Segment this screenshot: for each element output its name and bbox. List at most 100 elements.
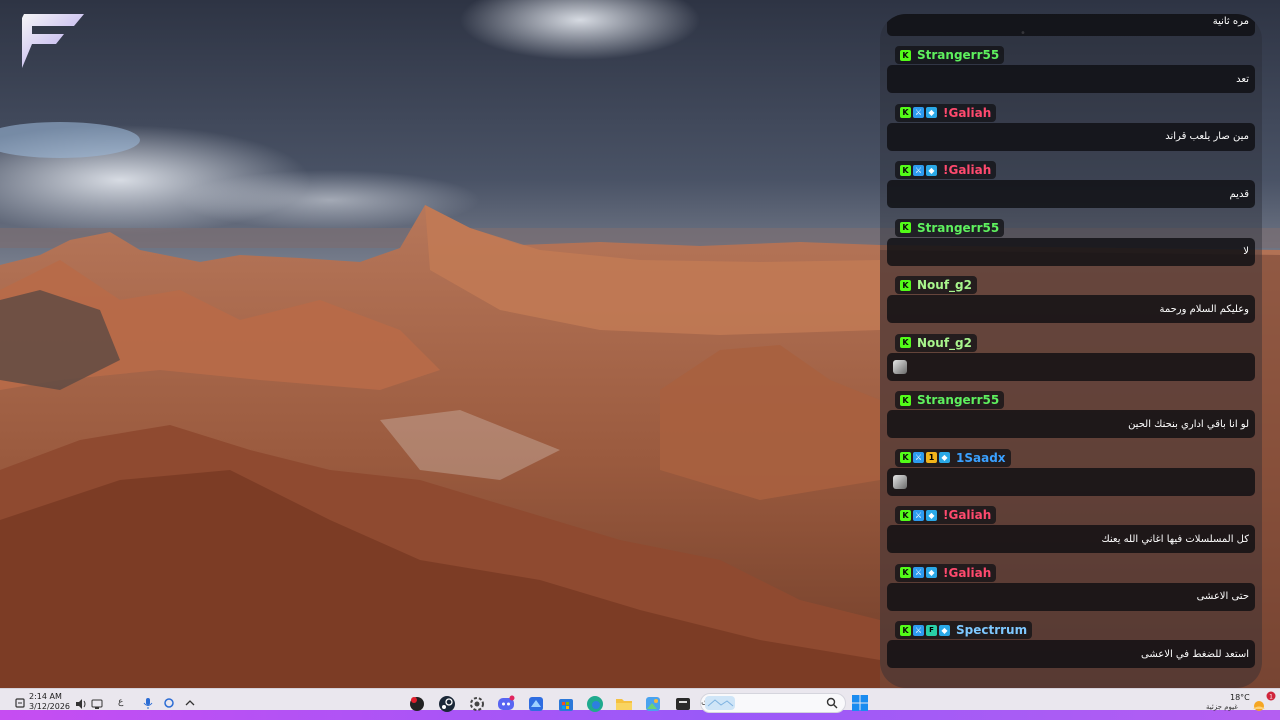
chat-message-header: K ⚔ ◆ !Galiah [895,506,997,524]
chat-username[interactable]: Strangerr55 [917,393,999,407]
chat-username[interactable]: !Galiah [943,163,991,177]
vip-badge-icon: ◆ [926,509,937,521]
search-highlight-image [705,696,735,710]
chevron-up-icon[interactable] [185,699,195,707]
weather-temperature[interactable]: 18°C [1230,693,1250,702]
chat-message-text: لا [1243,246,1249,257]
app-logo-icon [22,14,84,68]
vip-badge-icon: ◆ [926,164,937,176]
steam-icon[interactable] [438,695,456,713]
notification-badge-icon: 1 [1266,691,1276,701]
chat-username[interactable]: Strangerr55 [917,221,999,235]
chat-message-header: K Strangerr55 [895,218,1005,237]
chat-username[interactable]: !Galiah [943,508,991,522]
kick-badge-icon: K [900,337,911,348]
svg-text:1: 1 [1269,694,1273,701]
file-explorer-icon[interactable] [615,695,633,713]
chat-username[interactable]: Strangerr55 [917,48,999,62]
chat-username[interactable]: Nouf_g2 [917,278,972,292]
chat-message-body [887,467,1255,496]
chat-message: K ⚔ ◆ !Galiah حتى الاعشى [887,560,1255,611]
chat-message: K ⚔ ◆ !Galiah مين صار يلعب قراند [887,100,1255,151]
kick-badge-icon: K [900,279,911,291]
chat-message-body: مين صار يلعب قراند [887,122,1255,151]
sync-icon[interactable] [163,697,175,709]
chat-message-text: استعد للضغط في الاعشى [1141,648,1249,660]
clock-date[interactable]: 3/12/2026 [29,702,70,711]
emote-icon [893,474,907,489]
vip-badge-icon: ◆ [926,567,937,578]
app-icon-record[interactable] [408,695,426,713]
chat-message-body: كل المسلسلات فيها اغاني الله يعنك [887,525,1255,553]
moderator-badge-icon: ⚔ [913,452,924,463]
moderator-badge-icon: ⚔ [913,567,924,578]
input-language[interactable]: ع [118,697,123,707]
moderator-badge-icon: ⚔ [913,509,924,521]
store-icon[interactable] [557,695,575,713]
chat-username[interactable]: Spectrrum [956,623,1027,637]
chat-message-text: تعد [1236,73,1249,85]
chat-message: K Nouf_g2 وعليكم السلام ورحمة [887,273,1255,323]
taskbar-accent-bar [0,710,1280,720]
notifications-icon[interactable] [14,697,26,709]
chat-message-body [887,352,1255,381]
chat-username[interactable]: Nouf_g2 [917,336,972,350]
speaker-icon[interactable] [75,698,87,710]
chat-message-text: مره ثانية [1212,16,1249,27]
kick-badge-icon: K [900,394,911,406]
chat-message-list[interactable]: KNouf_g2عادي سويهاKNouf_g2مره ثانيةKStra… [880,14,1262,688]
chat-message: K ⚔ 1 ◆ 1Saadx [887,445,1255,496]
chat-message: K Strangerr55 لو انا باقي اداري بنحنك الحي… [887,388,1255,438]
chat-message-header: K ⚔ ◆ !Galiah [895,103,997,122]
microphone-icon[interactable] [143,697,153,710]
settings-icon[interactable] [468,695,486,713]
gift-badge-icon: 1 [926,452,937,463]
vip-badge-icon: ◆ [939,624,950,636]
app-icon-photos[interactable] [644,695,662,713]
chat-message-header: K ⚔ 1 ◆ 1Saadx [895,448,1011,467]
network-icon[interactable] [91,698,103,710]
chat-message-header: K ⚔ F ◆ Spectrrum [895,621,1033,639]
chat-message-text: وعليكم السلام ورحمة [1159,303,1249,315]
vip-badge-icon: ◆ [939,452,950,463]
windows-start-icon[interactable] [852,695,868,711]
chat-username[interactable]: !Galiah [943,106,991,120]
moderator-badge-icon: ⚔ [913,164,924,176]
chat-overlay: • KNouf_g2عادي سويهاKNouf_g2مره ثانيةKSt… [880,14,1262,688]
chat-message-text: مين صار يلعب قراند [1165,131,1249,142]
discord-icon[interactable] [497,695,515,713]
kick-badge-icon: K [900,624,911,636]
moderator-badge-icon: ⚔ [913,107,924,118]
chat-message-header: K ⚔ ◆ !Galiah [895,563,997,582]
kick-badge-icon: K [900,222,911,233]
clock-time[interactable]: 2:14 AM [29,692,62,701]
search-icon [826,697,838,709]
terminal-icon[interactable] [674,695,692,713]
chat-message-body: لا [887,237,1255,266]
chat-message-header: K ⚔ ◆ !Galiah [895,161,997,179]
edge-icon[interactable] [586,695,604,713]
kick-badge-icon: K [900,49,911,61]
chat-message: K ⚔ ◆ !Galiah قديم [887,158,1255,208]
subscriber-badge-icon: F [926,624,937,636]
chat-message-header: K Strangerr55 [895,391,1005,409]
chat-message-body: مره ثانية [887,14,1255,36]
app-icon-blue[interactable] [527,695,545,713]
weather-condition[interactable]: غيوم جزئية [1206,703,1238,711]
chat-message-body: وعليكم السلام ورحمة [887,295,1255,323]
chat-message: K Nouf_g2 [887,330,1255,381]
chat-message-body: لو انا باقي اداري بنحنك الحين [887,410,1255,438]
kick-badge-icon: K [900,107,911,118]
vip-badge-icon: ◆ [926,107,937,118]
chat-message-header: K Nouf_g2 [895,333,977,352]
kick-badge-icon: K [900,164,911,176]
kick-badge-icon: K [900,509,911,521]
chat-message: K ⚔ F ◆ Spectrrum استعد للضغط في الاعشى [887,618,1255,668]
chat-message: KNouf_g2مره ثانية [887,14,1255,36]
chat-message-text: حتى الاعشى [1196,591,1249,602]
chat-username[interactable]: 1Saadx [956,451,1006,465]
chat-username[interactable]: !Galiah [943,566,991,580]
chat-message: K ⚔ ◆ !Galiah كل المسلسلات فيها اغاني الله ي… [887,503,1255,553]
emote-icon [893,359,907,374]
chat-message: K Strangerr55 تعد [887,43,1255,93]
